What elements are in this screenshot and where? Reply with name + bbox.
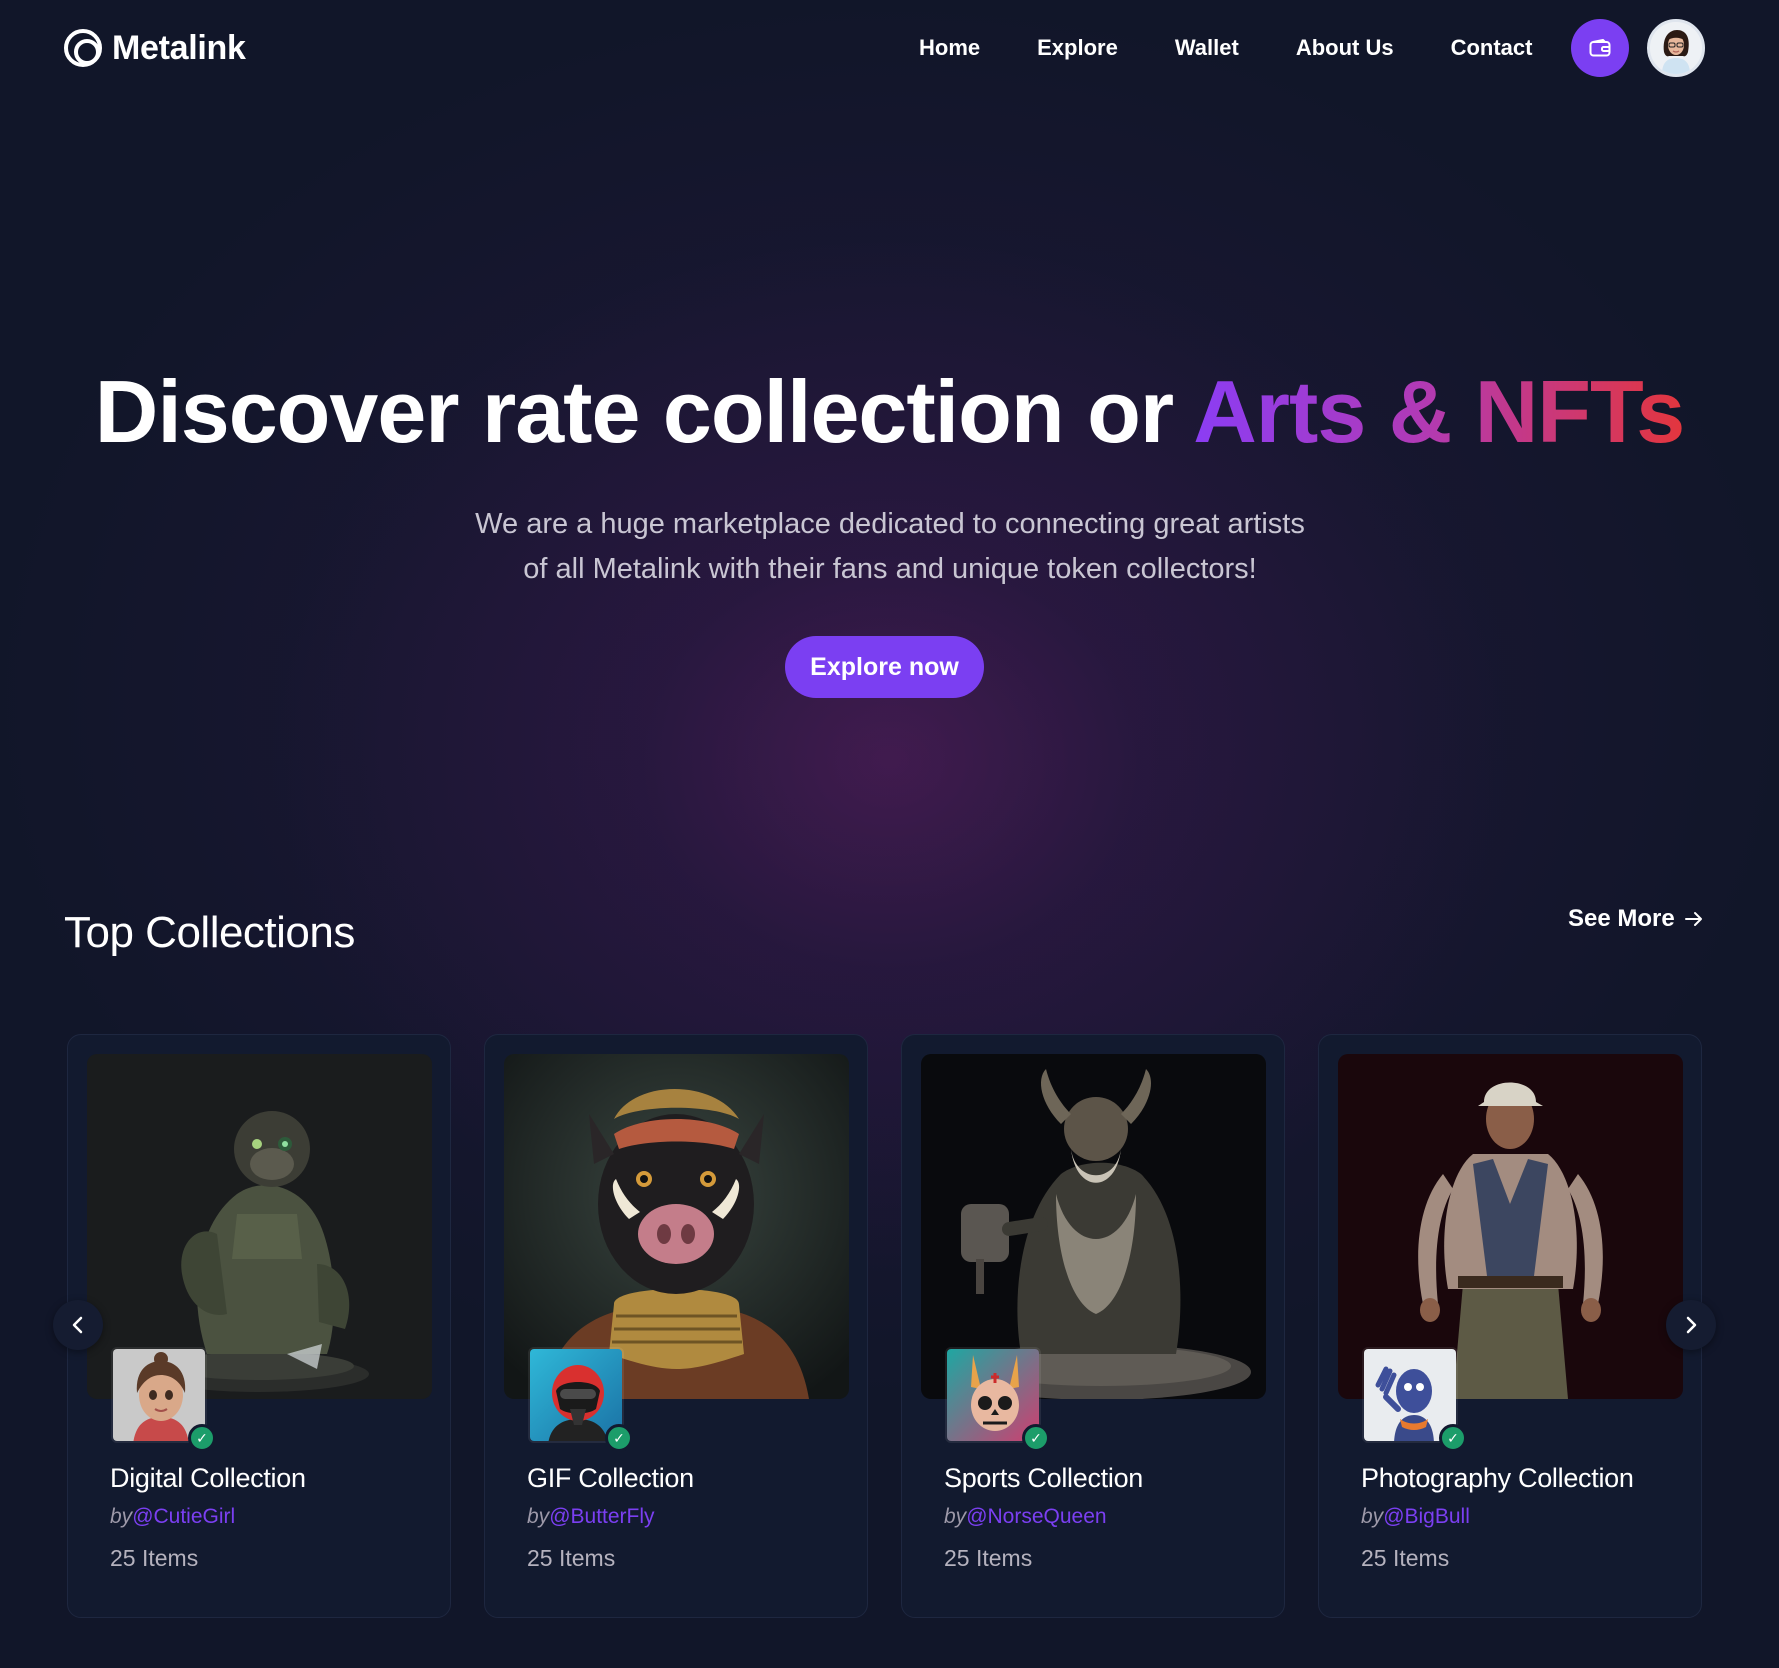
creator-handle-link[interactable]: @CutieGirl xyxy=(132,1505,235,1528)
brand-name: Metalink xyxy=(112,28,246,67)
by-label: by xyxy=(1361,1505,1384,1528)
by-label: by xyxy=(944,1505,967,1528)
chevron-left-icon xyxy=(72,1316,83,1334)
collection-creator: by@CutieGirl xyxy=(110,1505,235,1529)
collection-title: Sports Collection xyxy=(944,1463,1143,1493)
user-avatar[interactable] xyxy=(1647,19,1705,77)
collection-item-count: 25 Items xyxy=(944,1545,1033,1571)
collection-title: Photography Collection xyxy=(1361,1463,1634,1493)
collection-title: GIF Collection xyxy=(527,1463,694,1493)
see-more-link[interactable]: See More xyxy=(1568,905,1703,933)
verified-check-icon: ✓ xyxy=(1439,1424,1467,1452)
collection-title: Digital Collection xyxy=(110,1463,306,1493)
collection-creator: by@ButterFly xyxy=(527,1505,655,1529)
chevron-right-icon xyxy=(1686,1316,1697,1334)
nav-wallet[interactable]: Wallet xyxy=(1175,32,1239,64)
collection-card[interactable]: ✓ GIF Collection by@ButterFly 25 Items xyxy=(484,1034,868,1618)
ring-logo-icon xyxy=(64,29,102,67)
by-label: by xyxy=(110,1505,133,1528)
section-title: Top Collections xyxy=(64,908,355,957)
collection-creator: by@BigBull xyxy=(1361,1505,1470,1529)
hero-title-main: Discover rate collection or xyxy=(94,362,1194,461)
collection-item-count: 25 Items xyxy=(110,1545,199,1571)
creator-handle-link[interactable]: @ButterFly xyxy=(549,1505,654,1528)
see-more-label: See More xyxy=(1568,905,1675,932)
collection-item-count: 25 Items xyxy=(527,1545,616,1571)
top-navbar: Metalink Home Explore Wallet About Us Co… xyxy=(0,0,1779,96)
explore-now-button[interactable]: Explore now xyxy=(785,636,984,698)
carousel-next-button[interactable] xyxy=(1666,1300,1716,1350)
hero-subtitle: We are a huge marketplace dedicated to c… xyxy=(390,502,1390,592)
hero-title: Discover rate collection or Arts & NFTs xyxy=(0,362,1779,462)
collection-item-count: 25 Items xyxy=(1361,1545,1450,1571)
verified-check-icon: ✓ xyxy=(605,1424,633,1452)
arrow-right-icon xyxy=(1684,912,1702,926)
wallet-icon xyxy=(1589,39,1611,57)
collection-card[interactable]: ✓ Sports Collection by@NorseQueen 25 Ite… xyxy=(901,1034,1285,1618)
avatar-portrait xyxy=(1650,22,1702,74)
hero-subtitle-line2: of all Metalink with their fans and uniq… xyxy=(523,553,1257,585)
creator-handle-link[interactable]: @NorseQueen xyxy=(966,1505,1106,1528)
nav-contact[interactable]: Contact xyxy=(1451,32,1533,64)
hero-subtitle-line1: We are a huge marketplace dedicated to c… xyxy=(475,508,1305,540)
nav-explore[interactable]: Explore xyxy=(1037,32,1118,64)
main-nav: Home Explore Wallet About Us Contact xyxy=(919,32,1589,64)
creator-handle-link[interactable]: @BigBull xyxy=(1383,1505,1470,1528)
collection-card[interactable]: ✓ Digital Collection by@CutieGirl 25 Ite… xyxy=(67,1034,451,1618)
collection-creator: by@NorseQueen xyxy=(944,1505,1107,1529)
by-label: by xyxy=(527,1505,550,1528)
collection-card[interactable]: ✓ Photography Collection by@BigBull 25 I… xyxy=(1318,1034,1702,1618)
verified-check-icon: ✓ xyxy=(1022,1424,1050,1452)
carousel-prev-button[interactable] xyxy=(53,1300,103,1350)
verified-check-icon: ✓ xyxy=(188,1424,216,1452)
nav-home[interactable]: Home xyxy=(919,32,980,64)
hero-title-highlight: Arts & NFTs xyxy=(1193,362,1685,461)
wallet-button[interactable] xyxy=(1571,19,1629,77)
brand-logo[interactable]: Metalink xyxy=(64,28,246,68)
nav-about-us[interactable]: About Us xyxy=(1296,32,1394,64)
